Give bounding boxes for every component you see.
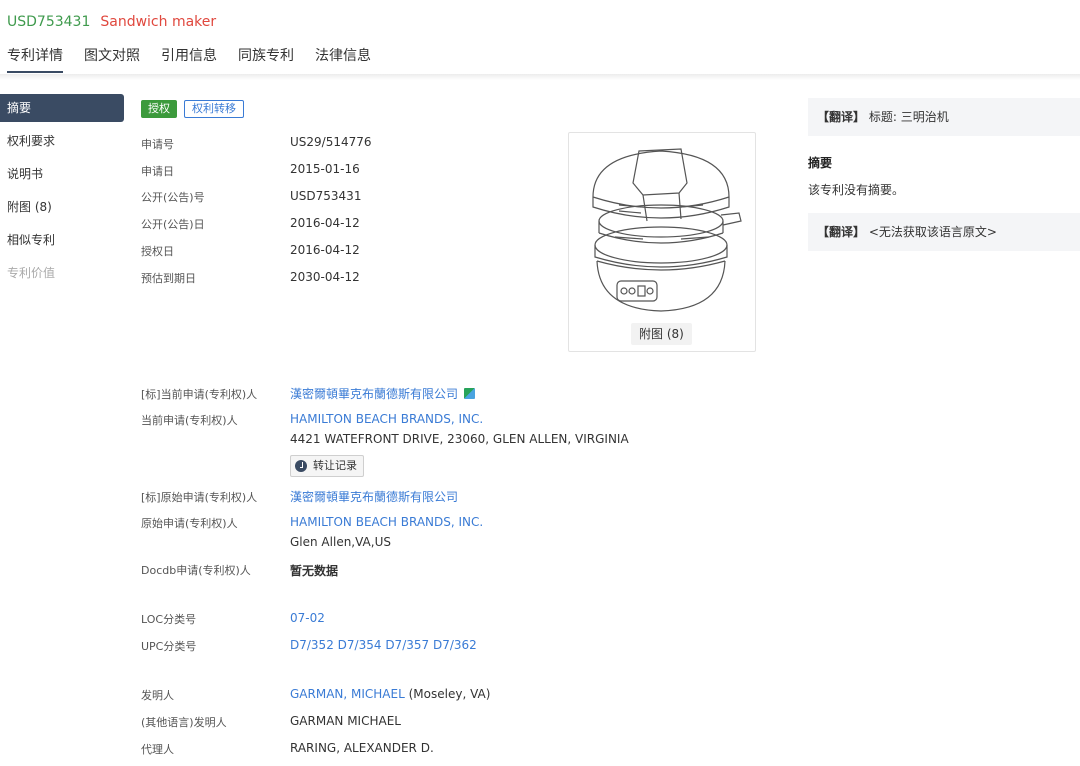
other-inventor-value: GARMAN MICHAEL xyxy=(290,714,401,728)
std-original-applicant-link[interactable]: 漢密爾頓畢克布蘭德斯有限公司 xyxy=(290,488,458,505)
tab-legal[interactable]: 法律信息 xyxy=(315,45,371,73)
current-applicant-link[interactable]: HAMILTON BEACH BRANDS, INC. xyxy=(290,412,483,426)
figure-caption: 附图 (8) xyxy=(631,323,692,345)
inventor-label: 发明人 xyxy=(141,689,174,702)
std-current-applicant-link[interactable]: 漢密爾頓畢克布蘭德斯有限公司 xyxy=(290,387,458,401)
app-date-value: 2015-01-16 xyxy=(290,162,360,176)
tab-bar: 专利详情 图文对照 引用信息 同族专利 法律信息 xyxy=(7,45,392,73)
sandwich-maker-drawing xyxy=(592,148,742,312)
current-applicant-label: 当前申请(专利权)人 xyxy=(141,414,238,427)
pub-no-label: 公开(公告)号 xyxy=(141,191,205,204)
title-translation-box: 【翻译】 标题: 三明治机 xyxy=(808,98,1080,136)
upc-code-link[interactable]: D7/357 xyxy=(385,638,429,652)
expiry-label: 预估到期日 xyxy=(141,272,196,285)
tab-family[interactable]: 同族专利 xyxy=(238,45,294,73)
app-no-value: US29/514776 xyxy=(290,135,372,149)
inventor-row: GARMAN, MICHAEL (Moseley, VA) xyxy=(290,687,490,701)
abstract-heading: 摘要 xyxy=(808,156,833,170)
patent-figure[interactable]: 附图 (8) xyxy=(568,132,756,352)
agent-label: 代理人 xyxy=(141,743,174,756)
patent-name: Sandwich maker xyxy=(100,14,217,30)
upc-code-link[interactable]: D7/362 xyxy=(433,638,477,652)
verified-icon xyxy=(464,388,476,399)
original-applicant-label: 原始申请(专利权)人 xyxy=(141,517,238,530)
tab-citations[interactable]: 引用信息 xyxy=(161,45,217,73)
std-current-applicant-label: [标]当前申请(专利权)人 xyxy=(141,388,258,401)
current-applicant-address: 4421 WATEFRONT DRIVE, 23060, GLEN ALLEN,… xyxy=(290,432,629,446)
original-applicant-address: Glen Allen,VA,US xyxy=(290,535,391,549)
docdb-applicant-label: Docdb申请(专利权)人 xyxy=(141,564,251,577)
nav-item-claims[interactable]: 权利要求 xyxy=(0,127,124,155)
pub-no-value: USD753431 xyxy=(290,189,362,203)
upc-code-link[interactable]: D7/352 xyxy=(290,638,334,652)
title-translation: 标题: 三明治机 xyxy=(868,110,949,124)
app-no-label: 申请号 xyxy=(141,138,174,151)
upc-codes: D7/352 D7/354 D7/357 D7/362 xyxy=(290,638,477,652)
std-original-applicant-label: [标]原始申请(专利权)人 xyxy=(141,491,258,504)
tab-image-text[interactable]: 图文对照 xyxy=(84,45,140,73)
translate-tag[interactable]: 【翻译】 xyxy=(817,110,865,124)
transfer-record-label: 转让记录 xyxy=(313,459,357,472)
clock-icon xyxy=(295,460,307,472)
page-header: USD753431 Sandwich maker 专利详情 图文对照 引用信息 同… xyxy=(0,0,1080,80)
header-divider xyxy=(0,74,1080,80)
nav-item-description[interactable]: 说明书 xyxy=(0,160,124,188)
abstract-translation-box: 【翻译】 <无法获取该语言原文> xyxy=(808,213,1080,251)
nav-item-abstract[interactable]: 摘要 xyxy=(0,94,124,122)
grant-date-label: 授权日 xyxy=(141,245,174,258)
pub-date-label: 公开(公告)日 xyxy=(141,218,205,231)
status-badges: 授权 权利转移 xyxy=(141,100,251,118)
grant-date-value: 2016-04-12 xyxy=(290,243,360,257)
abstract-text: 该专利没有摘要。 xyxy=(808,183,905,197)
docdb-applicant-value: 暂无数据 xyxy=(290,564,339,578)
other-inventor-label: (其他语言)发明人 xyxy=(141,716,227,729)
upc-code-link[interactable]: D7/354 xyxy=(338,638,382,652)
abstract-translation: <无法获取该语言原文> xyxy=(868,225,997,239)
std-current-applicant-row: 漢密爾頓畢克布蘭德斯有限公司 xyxy=(290,385,476,402)
original-applicant-link[interactable]: HAMILTON BEACH BRANDS, INC. xyxy=(290,515,483,529)
inventor-link[interactable]: GARMAN, MICHAEL xyxy=(290,687,405,701)
nav-item-value: 专利价值 xyxy=(7,266,56,280)
tab-patent-details[interactable]: 专利详情 xyxy=(7,45,63,73)
inventor-location: (Moseley, VA) xyxy=(408,687,491,701)
loc-link[interactable]: 07-02 xyxy=(290,611,325,625)
pub-date-value: 2016-04-12 xyxy=(290,216,360,230)
patent-number: USD753431 xyxy=(7,14,91,30)
upc-label: UPC分类号 xyxy=(141,640,197,653)
expiry-value: 2030-04-12 xyxy=(290,270,360,284)
nav-item-similar[interactable]: 相似专利 xyxy=(0,226,124,254)
section-nav: 摘要 权利要求 说明书 附图 (8) 相似专利 专利价值 xyxy=(0,94,124,292)
translate-tag[interactable]: 【翻译】 xyxy=(817,225,865,239)
transfer-record-button[interactable]: 转让记录 xyxy=(290,455,364,477)
status-badge-transfer[interactable]: 权利转移 xyxy=(184,100,244,118)
app-date-label: 申请日 xyxy=(141,165,174,178)
loc-label: LOC分类号 xyxy=(141,613,197,626)
nav-item-figures[interactable]: 附图 (8) xyxy=(0,193,124,221)
agent-value: RARING, ALEXANDER D. xyxy=(290,741,434,755)
status-badge-granted: 授权 xyxy=(141,100,177,118)
patent-title: USD753431 Sandwich maker xyxy=(7,14,216,30)
